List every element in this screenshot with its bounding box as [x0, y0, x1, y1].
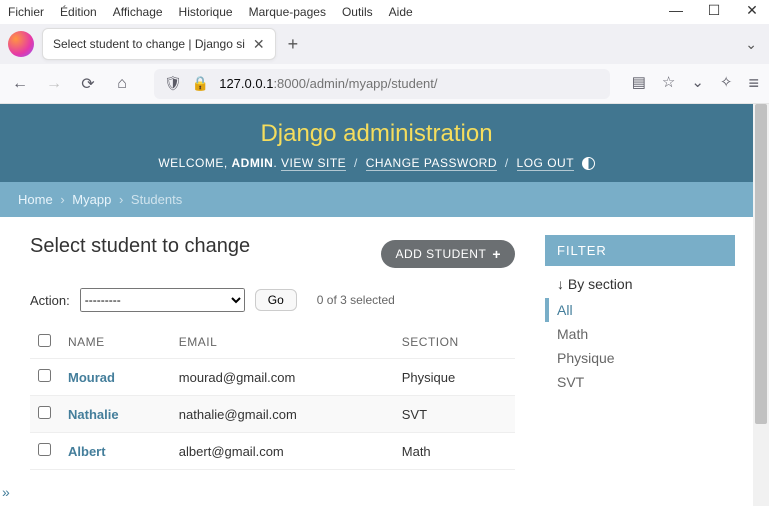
menu-history[interactable]: Historique	[179, 5, 233, 19]
extensions-icon[interactable]: ✧	[720, 73, 733, 94]
student-link[interactable]: Nathalie	[60, 396, 171, 433]
window-close-icon[interactable]: ✕	[743, 2, 761, 19]
add-button-label: ADD STUDENT	[395, 247, 486, 261]
welcome-text: WELCOME,	[158, 156, 231, 170]
students-table: NAME EMAIL SECTION Mourad mourad@gmail.c…	[30, 326, 515, 470]
user-bar: WELCOME, ADMIN. VIEW SITE / CHANGE PASSW…	[0, 156, 753, 170]
student-section: Physique	[394, 359, 515, 396]
browser-toolbar: ← → ⟳ ⌂ 🛡 🔒 127.0.0.1:8000/admin/myapp/s…	[0, 64, 769, 104]
plus-icon: +	[492, 246, 501, 262]
browser-tab[interactable]: Select student to change | Django si ✕	[42, 28, 276, 60]
menu-bookmarks[interactable]: Marque-pages	[249, 5, 326, 19]
bookmark-star-icon[interactable]: ☆	[662, 73, 675, 94]
menu-file[interactable]: Fichier	[8, 5, 44, 19]
filter-option-physique[interactable]: Physique	[545, 346, 735, 370]
student-email: albert@gmail.com	[171, 433, 394, 470]
pocket-icon[interactable]: ⌄	[691, 73, 704, 94]
breadcrumb-app[interactable]: Myapp	[72, 192, 111, 207]
col-section[interactable]: SECTION	[394, 326, 515, 359]
new-tab-button[interactable]: +	[288, 34, 299, 55]
sidebar-toggle-icon[interactable]: »	[2, 484, 10, 500]
change-password-link[interactable]: CHANGE PASSWORD	[366, 156, 497, 171]
window-minimize-icon[interactable]: —	[667, 2, 685, 19]
table-row: Nathalie nathalie@gmail.com SVT	[30, 396, 515, 433]
tab-close-icon[interactable]: ✕	[253, 36, 265, 53]
app-menu-icon[interactable]: ≡	[748, 73, 759, 94]
student-email: mourad@gmail.com	[171, 359, 394, 396]
menu-view[interactable]: Affichage	[113, 5, 163, 19]
browser-menubar: Fichier Édition Affichage Historique Mar…	[0, 0, 769, 24]
shield-icon[interactable]: 🛡	[164, 75, 182, 92]
row-checkbox[interactable]	[38, 369, 51, 382]
breadcrumb-current: Students	[131, 192, 182, 207]
theme-toggle-icon[interactable]	[582, 157, 595, 170]
row-checkbox[interactable]	[38, 443, 51, 456]
reader-mode-icon[interactable]: ▤	[632, 73, 646, 94]
col-email[interactable]: EMAIL	[171, 326, 394, 359]
action-label: Action:	[30, 293, 70, 308]
select-all-checkbox[interactable]	[38, 334, 51, 347]
tabs-dropdown-icon[interactable]: ⌄	[745, 36, 757, 53]
table-row: Mourad mourad@gmail.com Physique	[30, 359, 515, 396]
filter-by-section: ↓ By section	[545, 266, 735, 298]
student-link[interactable]: Mourad	[60, 359, 171, 396]
nav-home-icon[interactable]: ⌂	[112, 75, 132, 93]
action-select[interactable]: ---------	[80, 288, 245, 312]
site-title: Django administration	[0, 120, 753, 148]
firefox-icon	[8, 31, 34, 57]
menu-tools[interactable]: Outils	[342, 5, 373, 19]
menu-edit[interactable]: Édition	[60, 5, 97, 19]
filter-option-svt[interactable]: SVT	[545, 370, 735, 394]
filter-option-math[interactable]: Math	[545, 322, 735, 346]
logout-link[interactable]: LOG OUT	[517, 156, 574, 171]
filter-heading: FILTER	[545, 235, 735, 266]
actions-row: Action: --------- Go 0 of 3 selected	[30, 288, 515, 312]
lock-icon[interactable]: 🔒	[192, 75, 209, 92]
col-name[interactable]: NAME	[60, 326, 171, 359]
view-site-link[interactable]: VIEW SITE	[281, 156, 346, 171]
breadcrumb: Home › Myapp › Students	[0, 182, 753, 217]
url-text: 127.0.0.1:8000/admin/myapp/student/	[219, 76, 437, 91]
row-checkbox[interactable]	[38, 406, 51, 419]
username: ADMIN	[231, 156, 273, 170]
add-student-button[interactable]: ADD STUDENT +	[381, 240, 515, 268]
go-button[interactable]: Go	[255, 289, 297, 311]
url-bar[interactable]: 🛡 🔒 127.0.0.1:8000/admin/myapp/student/	[154, 69, 610, 99]
nav-back-icon[interactable]: ←	[10, 75, 30, 93]
browser-tabbar: Select student to change | Django si ✕ +…	[0, 24, 769, 64]
student-email: nathalie@gmail.com	[171, 396, 394, 433]
breadcrumb-home[interactable]: Home	[18, 192, 53, 207]
selection-count: 0 of 3 selected	[317, 293, 395, 307]
nav-reload-icon[interactable]: ⟳	[78, 74, 98, 94]
filter-sidebar: FILTER ↓ By section All Math Physique SV…	[545, 235, 735, 470]
nav-forward-icon: →	[44, 75, 64, 93]
table-row: Albert albert@gmail.com Math	[30, 433, 515, 470]
student-section: Math	[394, 433, 515, 470]
vertical-scrollbar[interactable]	[753, 104, 769, 506]
student-link[interactable]: Albert	[60, 433, 171, 470]
tab-title: Select student to change | Django si	[53, 37, 245, 51]
filter-option-all[interactable]: All	[545, 298, 735, 322]
student-section: SVT	[394, 396, 515, 433]
window-maximize-icon[interactable]: ☐	[705, 2, 723, 19]
menu-help[interactable]: Aide	[389, 5, 413, 19]
django-header: Django administration WELCOME, ADMIN. VI…	[0, 104, 753, 182]
